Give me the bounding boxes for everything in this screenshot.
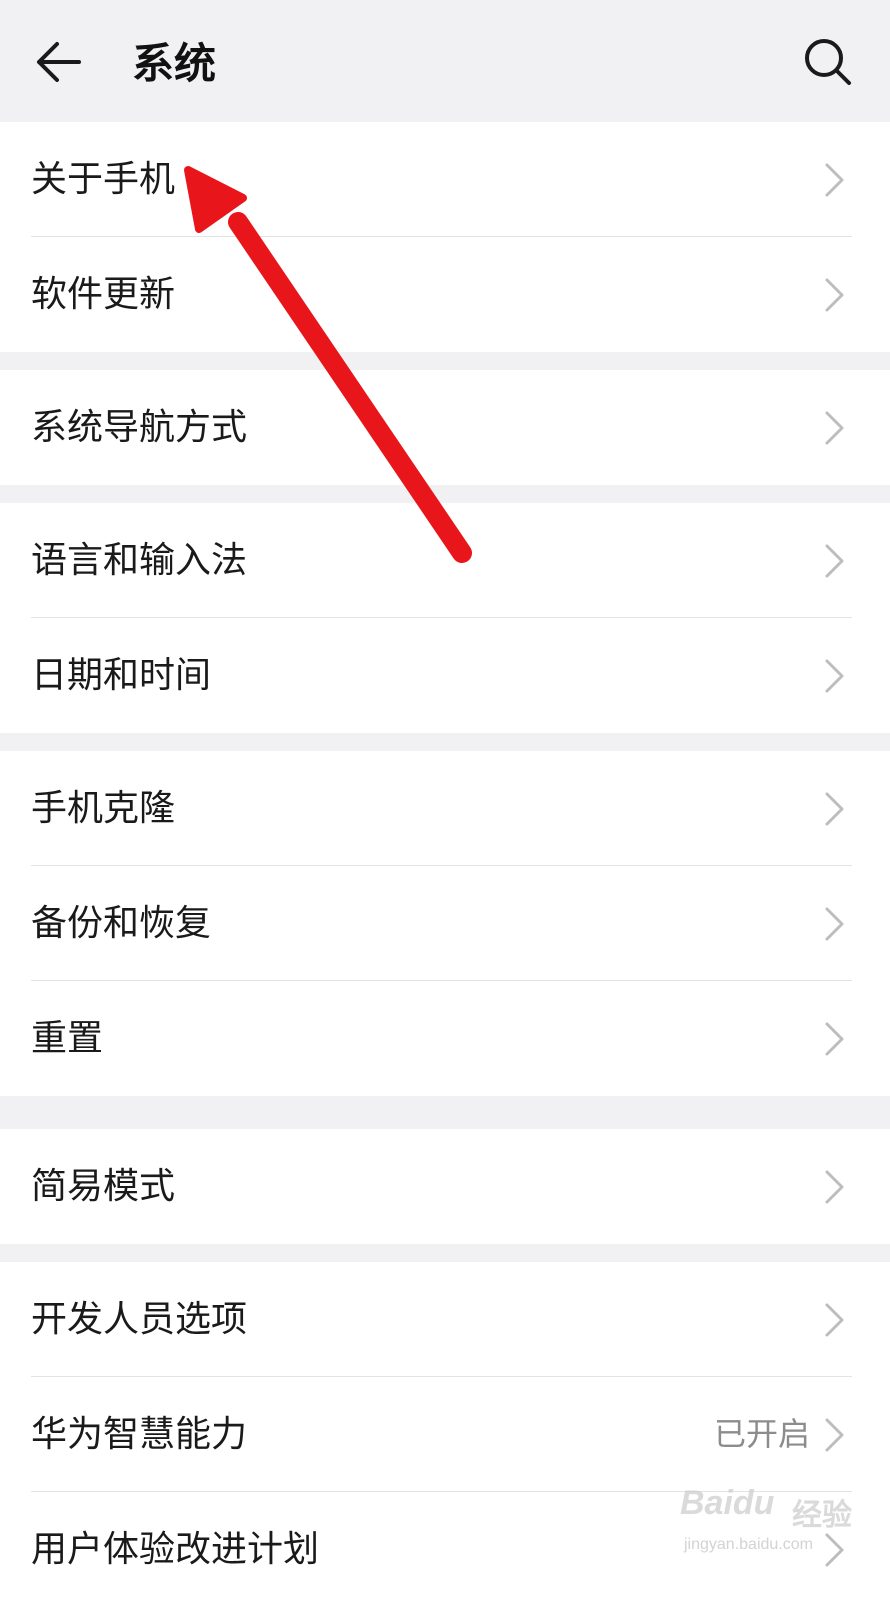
watermark-url: jingyan.baidu.com (684, 1536, 813, 1553)
chevron-right-icon (825, 544, 844, 578)
page-title: 系统 (132, 39, 217, 88)
settings-group: 语言和输入法 日期和时间 (0, 503, 890, 733)
watermark-brand: Baidu (680, 1484, 775, 1522)
settings-item-simple-mode[interactable]: 简易模式 (0, 1129, 890, 1244)
chevron-right-icon (825, 411, 844, 445)
chevron-right-icon (825, 1418, 844, 1452)
baidu-watermark: Baidu 经验 jingyan.baidu.com (680, 1478, 860, 1578)
settings-item-navigation[interactable]: 系统导航方式 (0, 370, 890, 485)
chevron-right-icon (825, 907, 844, 941)
status-text: 已开启 (713, 1415, 810, 1453)
chevron-right-icon (825, 659, 844, 693)
chevron-right-icon (825, 1303, 844, 1337)
settings-group: 简易模式 (0, 1129, 890, 1244)
settings-item-reset[interactable]: 重置 (0, 981, 890, 1096)
settings-item-date-time[interactable]: 日期和时间 (0, 618, 890, 733)
settings-item-about-phone[interactable]: 关于手机 (0, 122, 890, 237)
app-header: 系统 (0, 0, 890, 122)
settings-item-label: 语言和输入法 (31, 540, 248, 581)
settings-item-label: 备份和恢复 (31, 903, 212, 944)
chevron-right-icon (825, 163, 844, 197)
settings-group: 关于手机 软件更新 (0, 122, 890, 352)
settings-item-label: 软件更新 (31, 274, 176, 315)
back-button[interactable] (26, 30, 90, 94)
watermark-sub: 经验 (792, 1498, 852, 1533)
settings-item-label: 用户体验改进计划 (31, 1529, 320, 1570)
settings-item-phone-clone[interactable]: 手机克隆 (0, 751, 890, 866)
settings-item-label: 日期和时间 (31, 655, 212, 696)
chevron-right-icon (825, 792, 844, 826)
chevron-right-icon (825, 278, 844, 312)
settings-item-label: 简易模式 (31, 1166, 176, 1207)
chevron-right-icon (825, 1022, 844, 1056)
settings-group: 系统导航方式 (0, 370, 890, 485)
search-button[interactable] (796, 30, 860, 94)
settings-item-software-update[interactable]: 软件更新 (0, 237, 890, 352)
settings-item-backup-restore[interactable]: 备份和恢复 (0, 866, 890, 981)
settings-item-label: 关于手机 (31, 159, 176, 200)
search-icon (805, 39, 851, 85)
settings-item-label: 手机克隆 (31, 788, 176, 829)
settings-item-label: 系统导航方式 (31, 407, 248, 448)
settings-item-language-input[interactable]: 语言和输入法 (0, 503, 890, 618)
settings-group: 手机克隆 备份和恢复 重置 (0, 751, 890, 1096)
chevron-right-icon (825, 1170, 844, 1204)
settings-item-label: 开发人员选项 (31, 1299, 248, 1340)
settings-item-label: 华为智慧能力 (31, 1414, 248, 1455)
settings-item-developer-options[interactable]: 开发人员选项 (0, 1262, 890, 1377)
settings-item-label: 重置 (31, 1018, 104, 1059)
arrow-left-icon (37, 42, 81, 82)
settings-item-huawei-ai[interactable]: 华为智慧能力 已开启 (0, 1377, 890, 1492)
